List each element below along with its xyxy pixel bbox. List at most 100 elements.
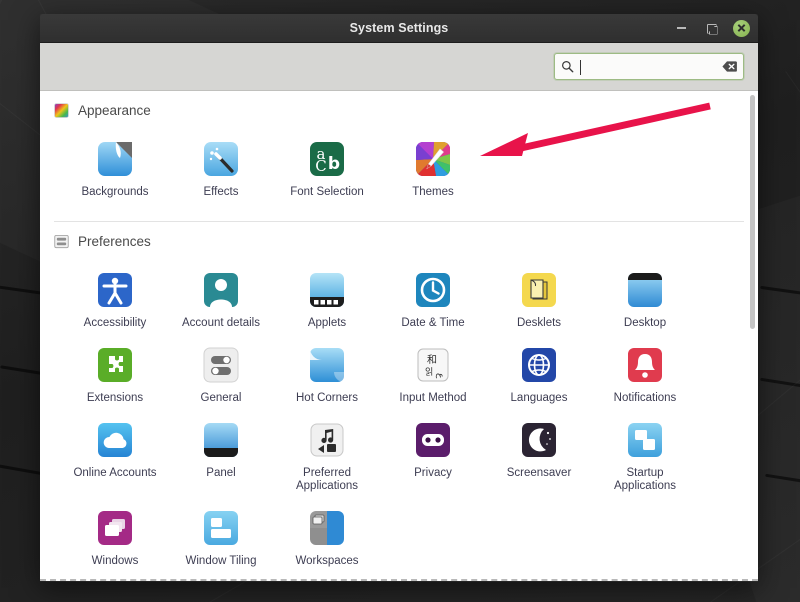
preferences-grid: Accessibility Account details xyxy=(40,255,758,581)
content-scrollbar[interactable] xyxy=(750,95,755,575)
backgrounds-icon xyxy=(94,138,136,180)
startup-applications-icon xyxy=(624,419,666,461)
settings-item-label: Font Selection xyxy=(290,186,364,199)
settings-item-label: Input Method xyxy=(399,392,466,405)
svg-text:C: C xyxy=(315,157,326,175)
workspaces-grid-icon xyxy=(306,507,348,549)
settings-item-label: Online Accounts xyxy=(73,467,156,480)
background-line xyxy=(785,71,800,170)
settings-item-label: Privacy xyxy=(414,467,452,480)
settings-item-workspaces[interactable]: Workspaces xyxy=(274,499,380,574)
settings-content: Appearance xyxy=(40,91,758,581)
settings-item-account-details[interactable]: Account details xyxy=(168,261,274,336)
panel-icon xyxy=(200,419,242,461)
svg-text:b: b xyxy=(328,154,340,174)
appearance-color-swatch-icon xyxy=(54,103,69,118)
settings-item-window-tiling[interactable]: Window Tiling xyxy=(168,499,274,574)
settings-item-label: Screensaver xyxy=(507,467,572,480)
account-details-user-icon xyxy=(200,269,242,311)
preferred-applications-icon xyxy=(306,419,348,461)
maximize-button[interactable] xyxy=(702,19,720,37)
window-toolbar xyxy=(40,43,758,91)
window-controls xyxy=(672,14,750,42)
svg-text:和: 和 xyxy=(427,354,437,366)
section-title: Appearance xyxy=(78,103,151,118)
settings-item-backgrounds[interactable]: Backgrounds xyxy=(62,130,168,205)
settings-item-online-accounts[interactable]: Online Accounts xyxy=(62,411,168,499)
search-input[interactable] xyxy=(579,59,718,75)
text-caret xyxy=(580,60,581,75)
font-selection-abc-icon: a C b xyxy=(306,138,348,180)
settings-item-startup-applications[interactable]: Startup Applications xyxy=(592,411,698,499)
section-header-preferences: Preferences xyxy=(40,222,758,255)
settings-item-preferred-applications[interactable]: Preferred Applications xyxy=(274,411,380,499)
settings-item-languages[interactable]: Languages xyxy=(486,336,592,411)
settings-item-label: Themes xyxy=(412,186,454,199)
settings-item-label: Account details xyxy=(182,317,260,330)
settings-item-panel[interactable]: Panel xyxy=(168,411,274,499)
settings-item-label: Applets xyxy=(308,317,346,330)
general-toggles-icon xyxy=(200,344,242,386)
settings-item-effects[interactable]: Effects xyxy=(168,130,274,205)
minimize-button[interactable] xyxy=(672,19,690,37)
settings-item-windows[interactable]: Windows xyxy=(62,499,168,574)
system-settings-window: System Settings xyxy=(40,14,758,582)
window-titlebar[interactable]: System Settings xyxy=(40,14,758,43)
settings-item-label: Accessibility xyxy=(84,317,147,330)
settings-item-hot-corners[interactable]: Hot Corners xyxy=(274,336,380,411)
settings-item-label: Windows xyxy=(92,555,139,568)
settings-item-label: General xyxy=(201,392,242,405)
clear-search-icon[interactable] xyxy=(722,60,737,73)
settings-item-general[interactable]: General xyxy=(168,336,274,411)
settings-item-label: Desktop xyxy=(624,317,666,330)
svg-text:ع: ع xyxy=(435,373,445,379)
settings-item-date-time[interactable]: Date & Time xyxy=(380,261,486,336)
appearance-grid: Backgrounds xyxy=(40,124,758,213)
settings-item-label: Notifications xyxy=(614,392,677,405)
settings-item-screensaver[interactable]: Screensaver xyxy=(486,411,592,499)
screensaver-moon-icon xyxy=(518,419,560,461)
privacy-mask-icon xyxy=(412,419,454,461)
section-title: Preferences xyxy=(78,234,151,249)
settings-item-themes[interactable]: Themes xyxy=(380,130,486,205)
settings-item-label: Workspaces xyxy=(295,555,358,568)
scrollbar-thumb[interactable] xyxy=(750,95,755,329)
settings-item-privacy[interactable]: Privacy xyxy=(380,411,486,499)
minimize-icon xyxy=(677,27,686,29)
settings-item-label: Preferred Applications xyxy=(277,467,377,493)
search-box[interactable] xyxy=(554,53,744,80)
settings-item-label: Effects xyxy=(204,186,239,199)
settings-item-label: Languages xyxy=(511,392,568,405)
desklets-notes-icon xyxy=(518,269,560,311)
applets-panel-icon xyxy=(306,269,348,311)
settings-item-input-method[interactable]: 和 읽 ع Input Method xyxy=(380,336,486,411)
settings-item-label: Desklets xyxy=(517,317,561,330)
settings-item-label: Startup Applications xyxy=(595,467,695,493)
settings-item-font-selection[interactable]: a C b Font Selection xyxy=(274,130,380,205)
settings-item-applets[interactable]: Applets xyxy=(274,261,380,336)
settings-item-label: Backgrounds xyxy=(81,186,148,199)
settings-item-label: Window Tiling xyxy=(186,555,257,568)
hot-corners-icon xyxy=(306,344,348,386)
settings-item-accessibility[interactable]: Accessibility xyxy=(62,261,168,336)
effects-wand-icon xyxy=(200,138,242,180)
settings-item-extensions[interactable]: Extensions xyxy=(62,336,168,411)
windows-stack-icon xyxy=(94,507,136,549)
preferences-list-icon xyxy=(54,234,69,249)
close-button[interactable] xyxy=(732,19,750,37)
section-preferences: Preferences Accessibility xyxy=(40,222,758,581)
settings-item-desklets[interactable]: Desklets xyxy=(486,261,592,336)
extensions-puzzle-icon xyxy=(94,344,136,386)
themes-paintbrush-icon xyxy=(412,138,454,180)
online-accounts-cloud-icon xyxy=(94,419,136,461)
svg-text:읽: 읽 xyxy=(425,367,433,378)
maximize-icon xyxy=(707,24,716,33)
accessibility-person-icon xyxy=(94,269,136,311)
settings-item-desktop[interactable]: Desktop xyxy=(592,261,698,336)
settings-item-notifications[interactable]: Notifications xyxy=(592,336,698,411)
section-header-appearance: Appearance xyxy=(40,91,758,124)
close-icon xyxy=(733,20,750,37)
settings-item-label: Extensions xyxy=(87,392,143,405)
notifications-bell-icon xyxy=(624,344,666,386)
date-time-clock-icon xyxy=(412,269,454,311)
